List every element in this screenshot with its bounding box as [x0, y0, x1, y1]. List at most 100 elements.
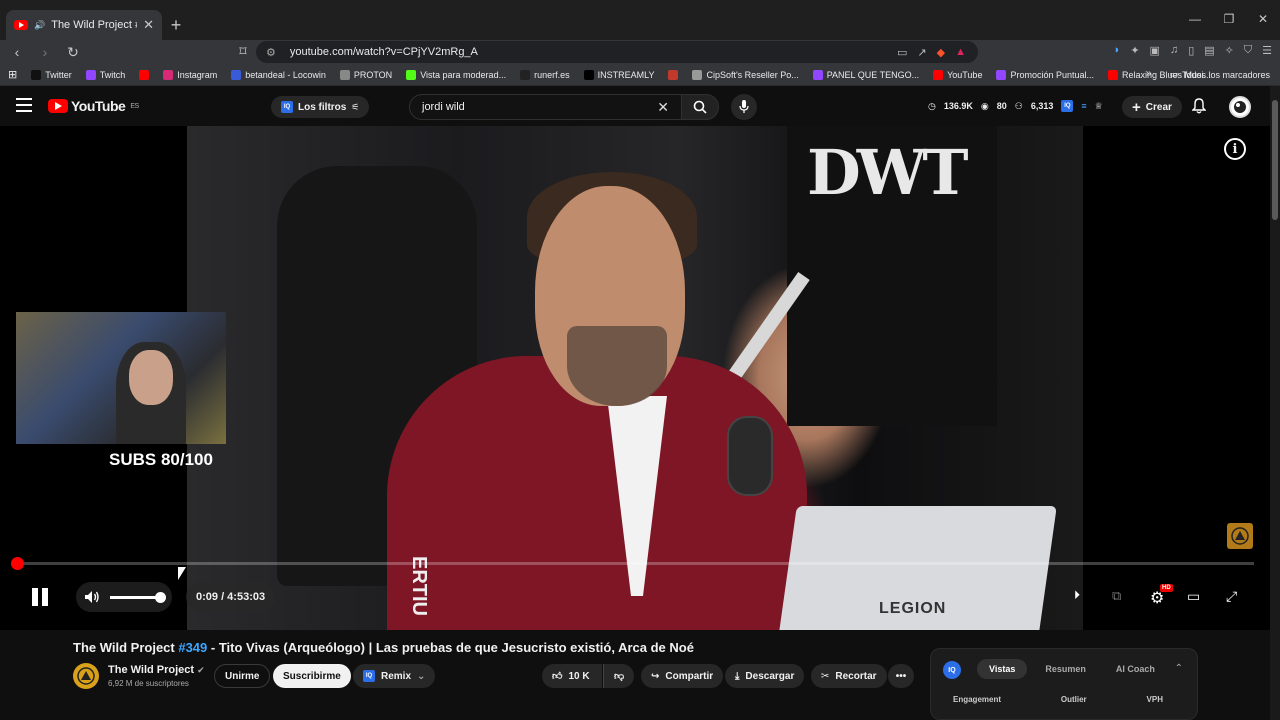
bookmark-item[interactable]: Vista para moderad...	[406, 69, 506, 80]
volume-slider[interactable]	[110, 591, 166, 603]
search-button[interactable]	[681, 94, 719, 120]
download-icon: ⤓	[735, 670, 740, 682]
bookmark-label: Twitch	[99, 69, 126, 80]
rewards-icon[interactable]: ▲	[955, 46, 966, 59]
channel-avatar[interactable]	[73, 663, 99, 689]
award-icon[interactable]: ♕	[1095, 101, 1103, 112]
puzzle-icon[interactable]: ✦	[1130, 44, 1139, 57]
bookmark-item[interactable]	[668, 69, 679, 80]
channel-watermark[interactable]	[1227, 523, 1253, 549]
progress-scrubber[interactable]	[11, 557, 24, 570]
create-button[interactable]: + Crear	[1122, 96, 1182, 118]
close-tab-icon[interactable]: ✕	[143, 17, 154, 33]
theater-mode-icon[interactable]: ▭	[1187, 588, 1200, 605]
download-button[interactable]: ⤓ Descargar	[725, 664, 805, 688]
voice-search-button[interactable]	[731, 94, 757, 120]
omnibox[interactable]: ⚙ youtube.com/watch?v=CPjYV2mRg_A ▭ ↗ ◆ …	[256, 41, 978, 63]
subs-goal-text: SUBS 80/100	[109, 450, 213, 469]
panel-tab-ai-coach[interactable]: AI Coach	[1104, 659, 1167, 679]
forward-icon[interactable]: ›	[36, 44, 54, 60]
user-avatar[interactable]	[1229, 96, 1251, 118]
info-icon[interactable]: i	[1224, 138, 1246, 160]
bookmark-item[interactable]: Instagram	[163, 69, 217, 80]
autoplay-toggle[interactable]: ⏵	[1074, 588, 1080, 603]
share-button[interactable]: ↪ Compartir	[641, 664, 724, 688]
brave-shield-icon[interactable]: ◆	[937, 46, 945, 59]
remix-button[interactable]: IQ Remix ⌄	[353, 664, 436, 688]
bookmark-item[interactable]: Twitter	[31, 69, 72, 80]
menu-icon[interactable]: ☰	[1262, 44, 1272, 57]
search-box[interactable]: jordi wild ✕	[409, 94, 681, 120]
video-player[interactable]: DWT ERTIU LEGION SUBS 80/100 i 0:09 / 4:…	[0, 126, 1270, 630]
create-label: Crear	[1145, 101, 1172, 113]
reload-icon[interactable]: ↻	[64, 44, 82, 61]
vpn-icon[interactable]: ⛉	[1244, 44, 1252, 57]
screenshot-icon[interactable]: ▣	[1150, 44, 1160, 57]
more-actions-button[interactable]: •••	[888, 664, 914, 688]
progress-bar[interactable]	[11, 557, 1254, 570]
like-button[interactable]: 👍︎ 10 K	[542, 664, 602, 688]
new-tab-button[interactable]: +	[162, 10, 190, 40]
panel-col-engagement: Engagement	[953, 695, 1002, 704]
panel-tab-vistas[interactable]: Vistas	[977, 659, 1028, 679]
bookmark-item[interactable]: CipSoft's Reseller Po...	[692, 69, 799, 80]
youtube-logo[interactable]: YouTube ES	[48, 98, 139, 114]
bookmarks-overflow-icon[interactable]: »	[1146, 68, 1152, 79]
pause-button[interactable]	[32, 588, 48, 606]
restore-icon[interactable]: ❐	[1212, 12, 1246, 26]
iq-remix-icon: IQ	[363, 670, 375, 682]
list-icon[interactable]: ≡	[1081, 101, 1086, 111]
bookmark-page-icon[interactable]: ⌑	[234, 43, 252, 60]
volume-icon[interactable]	[84, 590, 100, 604]
channel-name[interactable]: The Wild Project ✔	[108, 664, 205, 676]
wallet-icon[interactable]: ▤	[1204, 44, 1214, 57]
apps-grid-icon[interactable]: ⊞	[8, 68, 17, 81]
volume-knob[interactable]	[155, 591, 166, 603]
microphone-icon	[739, 100, 749, 113]
music-icon[interactable]: ♫	[1170, 44, 1178, 57]
clear-search-icon[interactable]: ✕	[657, 99, 669, 116]
leo-icon[interactable]: ✧	[1225, 44, 1234, 57]
scrollbar-thumb[interactable]	[1272, 100, 1278, 220]
cast-icon[interactable]: ▭	[897, 46, 907, 59]
bookmark-item[interactable]: PROTON	[339, 69, 392, 80]
panel-tab-resumen[interactable]: Resumen	[1033, 659, 1098, 679]
subtitles-icon[interactable]: ⧉	[1112, 588, 1121, 604]
extension-icon[interactable]: ◗	[1114, 44, 1121, 57]
extensions-area: ◗ ✦ ▣ ♫ ▯ ▤ ✧ ⛉ ☰	[1114, 44, 1272, 57]
back-icon[interactable]: ‹	[8, 44, 26, 60]
search-input[interactable]: jordi wild	[422, 101, 465, 113]
video-frame[interactable]: DWT ERTIU LEGION	[187, 126, 1083, 630]
clip-button[interactable]: ✂ Recortar	[811, 664, 887, 688]
bookmark-item[interactable]: Twitch	[85, 69, 126, 80]
search-icon	[693, 100, 707, 114]
bookmark-item[interactable]: Promoción Puntual...	[996, 69, 1094, 80]
fullscreen-icon[interactable]: ⤢	[1226, 588, 1237, 605]
dislike-button[interactable]: 👎︎	[603, 664, 635, 688]
iq-stats-icon[interactable]: IQ	[1061, 100, 1074, 112]
bookmark-item[interactable]: INSTREAMLY	[583, 69, 654, 80]
join-button[interactable]: Unirme	[214, 664, 271, 688]
collapse-chevron-icon[interactable]: ⌃	[1175, 663, 1183, 674]
notifications-bell-icon[interactable]	[1191, 98, 1207, 119]
browser-tab[interactable]: 🔊 The Wild Project #349 - Tito V ✕	[6, 10, 162, 40]
share-icon[interactable]: ↗	[917, 46, 926, 59]
subscribe-button[interactable]: Suscribirme	[273, 664, 351, 688]
page-scrollbar[interactable]	[1270, 86, 1280, 720]
bookmark-item[interactable]: PANEL QUE TENGO...	[812, 69, 919, 80]
bookmark-item[interactable]: runerf.es	[520, 69, 570, 80]
volume-control[interactable]	[76, 582, 172, 612]
site-info-icon[interactable]: ⚙	[266, 46, 276, 59]
hamburger-menu-icon[interactable]	[16, 98, 32, 112]
all-bookmarks-folder[interactable]: ▭ Todos los marcadores	[1169, 69, 1270, 80]
sidebar-icon[interactable]: ▯	[1188, 44, 1194, 57]
region-code: ES	[130, 102, 139, 110]
bookmark-item[interactable]: YouTube	[933, 69, 982, 80]
panel-columns: Engagement Outlier VPH	[953, 695, 1163, 704]
video-hashtag[interactable]: #349	[178, 640, 207, 655]
filters-button[interactable]: IQ Los filtros ⚟	[271, 96, 370, 118]
minimize-icon[interactable]: —	[1178, 12, 1212, 26]
bookmark-item[interactable]: betandeal - Locowin	[231, 69, 326, 80]
close-window-icon[interactable]: ✕	[1246, 12, 1280, 26]
bookmark-item[interactable]	[139, 69, 150, 80]
